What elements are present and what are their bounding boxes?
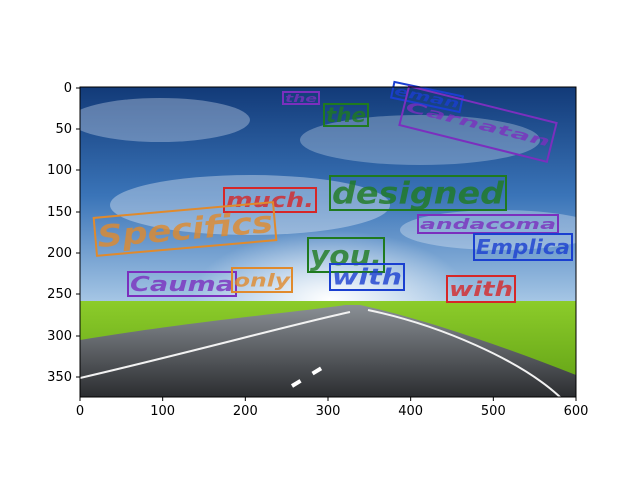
y-tick-label: 100 <box>47 163 72 178</box>
word-annotation: the <box>323 103 369 127</box>
y-tick-label: 150 <box>47 205 72 220</box>
word-annotation: Emplica <box>473 233 573 261</box>
y-tick-label: 0 <box>64 81 72 96</box>
y-tick-label: 200 <box>47 246 72 261</box>
x-tick-label: 600 <box>564 404 589 419</box>
x-tick-label: 0 <box>76 404 84 419</box>
x-tick-label: 500 <box>481 404 506 419</box>
x-tick-label: 300 <box>316 404 341 419</box>
word-annotation: designed <box>329 175 507 212</box>
word-annotation: andacoma <box>417 214 559 234</box>
x-tick-label: 400 <box>398 404 423 419</box>
word-text: andacoma <box>420 217 556 233</box>
word-text: Emplica <box>476 235 570 259</box>
x-tick-label: 100 <box>150 404 175 419</box>
figure: thetheemanCarnatanmuch. designedSpecifics… <box>47 80 589 419</box>
word-text: designed <box>332 177 505 212</box>
word-text: only <box>234 270 292 291</box>
y-axis: 0 50 100 150 200 250 300 350 <box>47 81 80 385</box>
y-tick-label: 250 <box>47 287 72 302</box>
y-tick-label: 350 <box>47 370 72 385</box>
word-text: the <box>285 92 318 105</box>
word-text: Cauma <box>130 272 234 296</box>
word-annotation: with <box>329 263 405 291</box>
word-annotation: only <box>231 267 293 293</box>
x-tick-label: 200 <box>233 404 258 419</box>
y-tick-label: 50 <box>55 122 72 137</box>
word-text: with <box>449 277 513 301</box>
word-annotation: the <box>282 91 320 105</box>
word-annotation: Cauma <box>127 271 237 297</box>
word-annotation: with <box>446 275 516 303</box>
y-tick-label: 300 <box>47 329 72 344</box>
x-axis: 0 100 200 300 400 500 600 <box>76 397 589 419</box>
word-text: the <box>326 103 366 127</box>
word-text: with <box>332 266 402 291</box>
